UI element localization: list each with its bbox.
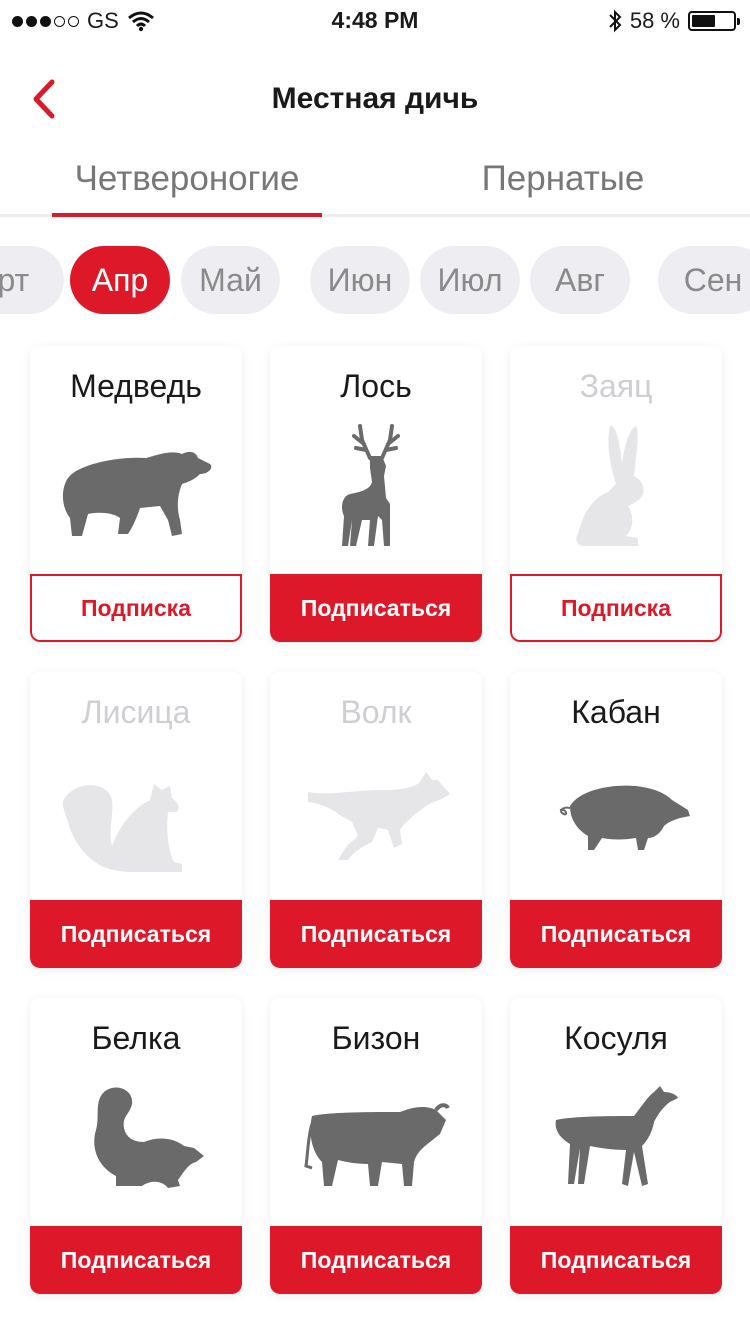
animal-card-fox[interactable]: Лисица Подписаться [30,672,242,968]
month-chip-sep[interactable]: Сен [658,246,750,314]
animal-name: Кабан [571,694,661,730]
tab-quadrupeds[interactable]: Четвероногие [52,159,322,199]
animal-card-bear[interactable]: Медведь Подписка [30,346,242,642]
month-chip-mar[interactable]: Мрт [0,246,64,314]
subscribe-button[interactable]: Подписаться [510,900,722,968]
animal-name: Волк [340,694,412,730]
subscription-button[interactable]: Подписка [30,574,242,642]
month-chip-may[interactable]: Май [181,246,280,314]
month-chip-apr[interactable]: Апр [70,246,170,314]
animal-card-roe-deer[interactable]: Косуля Подписаться [510,998,722,1294]
animal-name: Бизон [331,1020,421,1056]
battery-level-fill [692,15,715,27]
category-tabs: Четвероногие Пернатые [0,145,750,217]
tab-birds[interactable]: Пернатые [428,159,698,199]
subscribe-button[interactable]: Подписаться [270,900,482,968]
animal-card-moose[interactable]: Лось Подписаться [270,346,482,642]
moose-icon [342,424,400,546]
fox-icon [62,784,182,872]
month-chip-jul[interactable]: Июл [420,246,520,314]
subscribe-button[interactable]: Подписаться [270,574,482,642]
active-tab-indicator [52,213,322,217]
subscribe-button[interactable]: Подписаться [510,1226,722,1294]
navigation-bar: Местная дичь [0,60,750,140]
month-chip-aug[interactable]: Авг [530,246,630,314]
animal-card-wolf[interactable]: Волк Подписаться [270,672,482,968]
status-right: 58 % [608,8,740,34]
animal-card-hare[interactable]: Заяц Подписка [510,346,722,642]
subscription-button[interactable]: Подписка [510,574,722,642]
subscribe-button[interactable]: Подписаться [270,1226,482,1294]
animal-name: Медведь [70,368,202,404]
animal-name: Лось [340,368,412,404]
battery-icon [688,11,740,31]
status-bar: GS 4:48 PM 58 % [0,0,750,40]
animal-name: Лисица [81,694,191,730]
animal-card-boar[interactable]: Кабан Подписаться [510,672,722,968]
animal-name: Белка [91,1020,181,1056]
hare-icon [576,425,644,546]
bluetooth-icon [609,9,622,33]
bear-icon [62,451,212,536]
month-chip-jun[interactable]: Июн [310,246,410,314]
wolf-icon [308,772,450,860]
animal-card-squirrel[interactable]: Белка Подписаться [30,998,242,1294]
squirrel-icon [94,1087,204,1188]
month-selector[interactable]: Мрт Апр Май Июн Июл Авг Сен [0,246,750,316]
subscribe-button[interactable]: Подписаться [30,900,242,968]
animal-name: Косуля [564,1020,668,1056]
roe-deer-icon [555,1086,678,1186]
bison-icon [304,1103,450,1186]
battery-percent: 58 % [629,8,680,33]
animal-name: Заяц [579,368,653,404]
subscribe-button[interactable]: Подписаться [30,1226,242,1294]
boar-icon [559,785,690,850]
animal-card-bison[interactable]: Бизон Подписаться [270,998,482,1294]
page-title: Местная дичь [271,82,479,115]
